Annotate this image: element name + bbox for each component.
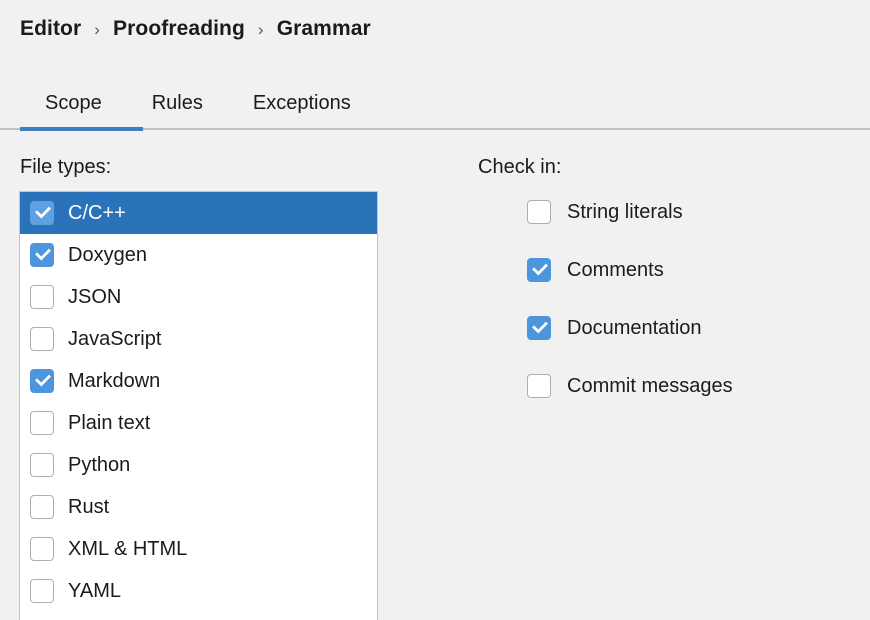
tab-scope[interactable]: Scope (20, 78, 127, 128)
file-types-list[interactable]: C/C++ Doxygen JSON JavaScript Markdown P… (19, 191, 378, 620)
checkbox-unchecked-icon[interactable] (30, 495, 54, 519)
tab-active-indicator (20, 127, 143, 131)
checkbox-unchecked-icon[interactable] (30, 537, 54, 561)
list-item-label: Markdown (68, 370, 160, 393)
list-item[interactable]: JSON (20, 276, 377, 318)
checkbox-label: Comments (567, 259, 664, 282)
checkbox-row-comments[interactable]: Comments (527, 253, 847, 287)
tab-exceptions[interactable]: Exceptions (228, 78, 376, 128)
checkbox-unchecked-icon[interactable] (527, 200, 551, 224)
checkbox-checked-icon[interactable] (527, 258, 551, 282)
list-item[interactable]: XML & HTML (20, 528, 377, 570)
breadcrumb-item-grammar: Grammar (277, 17, 371, 41)
check-in-label: Check in: (478, 156, 561, 179)
checkbox-unchecked-icon[interactable] (30, 285, 54, 309)
breadcrumb-item-proofreading[interactable]: Proofreading (113, 17, 245, 41)
checkbox-row-string-literals[interactable]: String literals (527, 195, 847, 229)
tab-list: Scope Rules Exceptions (20, 78, 376, 128)
checkbox-unchecked-icon[interactable] (527, 374, 551, 398)
list-item[interactable]: Plain text (20, 402, 377, 444)
checkbox-unchecked-icon[interactable] (30, 453, 54, 477)
checkbox-checked-icon[interactable] (30, 369, 54, 393)
list-item-label: JSON (68, 286, 121, 309)
checkbox-unchecked-icon[interactable] (30, 411, 54, 435)
breadcrumb-separator-icon: › (94, 20, 100, 40)
list-item[interactable]: C/C++ (20, 192, 377, 234)
checkbox-checked-icon[interactable] (527, 316, 551, 340)
list-item-label: JavaScript (68, 328, 161, 351)
checkbox-unchecked-icon[interactable] (30, 327, 54, 351)
checkbox-row-documentation[interactable]: Documentation (527, 311, 847, 345)
list-item-label: Plain text (68, 412, 150, 435)
list-item-label: YAML (68, 580, 121, 603)
checkbox-label: String literals (567, 201, 683, 224)
tab-rules[interactable]: Rules (127, 78, 228, 128)
checkbox-row-commit-messages[interactable]: Commit messages (527, 369, 847, 403)
list-item-label: Doxygen (68, 244, 147, 267)
file-types-label: File types: (20, 156, 111, 179)
breadcrumb-item-editor[interactable]: Editor (20, 17, 81, 41)
checkbox-label: Commit messages (567, 375, 733, 398)
list-item[interactable]: Doxygen (20, 234, 377, 276)
list-item[interactable]: YAML (20, 570, 377, 612)
check-in-options: String literals Comments Documentation C… (527, 195, 847, 427)
list-item-label: XML & HTML (68, 538, 187, 561)
list-item[interactable]: JavaScript (20, 318, 377, 360)
checkbox-checked-icon[interactable] (30, 201, 54, 225)
checkbox-checked-icon[interactable] (30, 243, 54, 267)
checkbox-label: Documentation (567, 317, 702, 340)
breadcrumb-separator-icon: › (258, 20, 264, 40)
list-item[interactable]: Markdown (20, 360, 377, 402)
checkbox-unchecked-icon[interactable] (30, 579, 54, 603)
breadcrumb: Editor › Proofreading › Grammar (20, 14, 371, 44)
list-item[interactable]: Python (20, 444, 377, 486)
list-item-label: Python (68, 454, 130, 477)
list-item[interactable]: Rust (20, 486, 377, 528)
list-item-label: C/C++ (68, 202, 126, 225)
tab-bar: Scope Rules Exceptions (0, 78, 870, 131)
list-item-label: Rust (68, 496, 109, 519)
